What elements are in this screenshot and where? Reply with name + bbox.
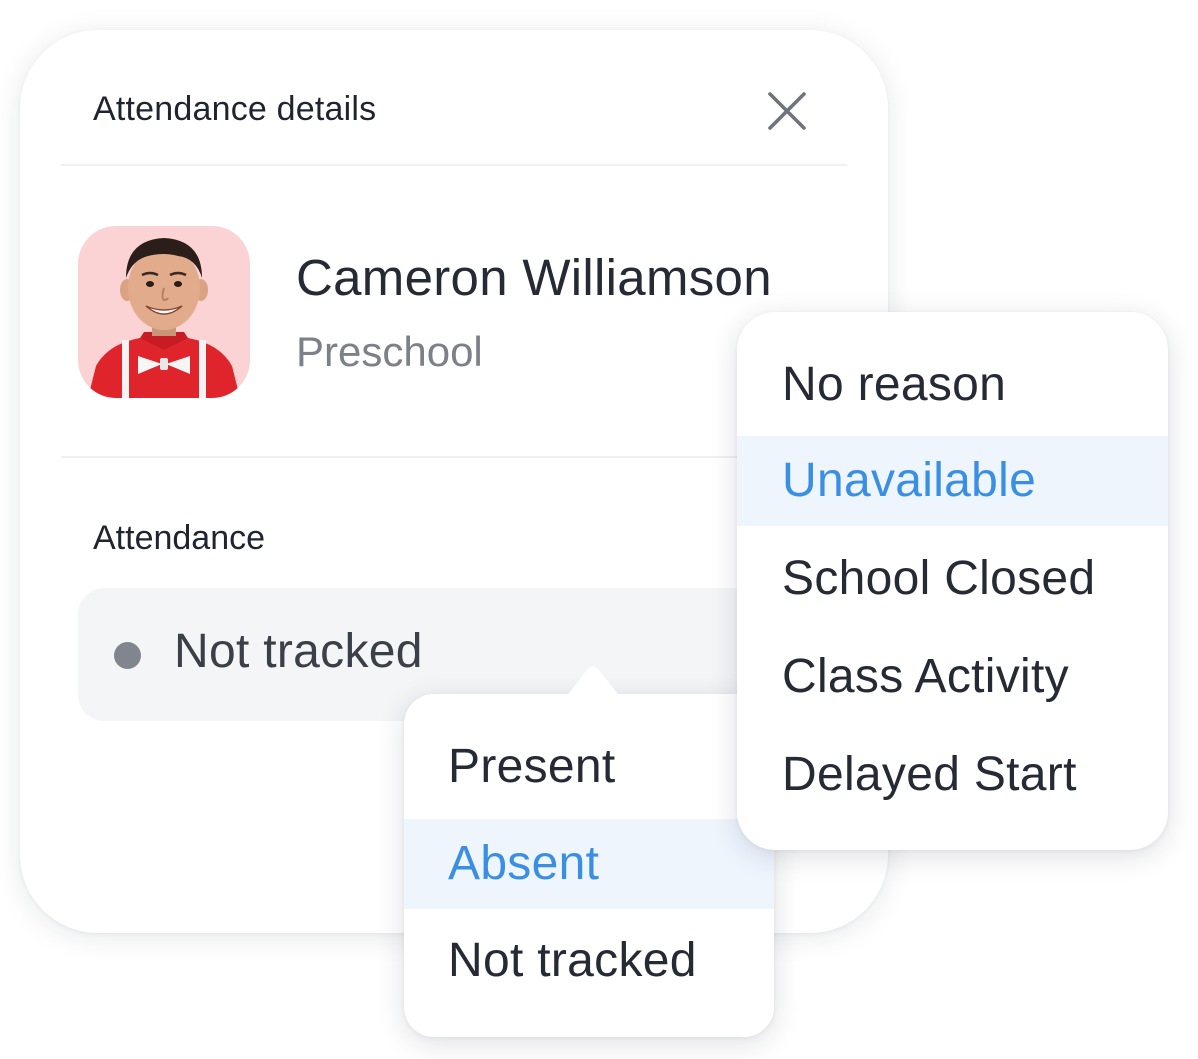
student-class: Preschool bbox=[296, 328, 483, 375]
attendance-value: Not tracked bbox=[174, 625, 423, 678]
absence-reason-menu: No reason Unavailable School Closed Clas… bbox=[737, 312, 1168, 850]
close-button[interactable] bbox=[762, 86, 812, 136]
header-divider bbox=[61, 164, 847, 166]
menu-item-no-reason[interactable]: No reason bbox=[737, 340, 1168, 430]
close-icon bbox=[768, 92, 806, 130]
panel-title: Attendance details bbox=[93, 90, 377, 128]
attendance-label: Attendance bbox=[93, 519, 266, 557]
avatar bbox=[78, 226, 250, 398]
menu-item-present[interactable]: Present bbox=[404, 722, 774, 812]
menu-item-not-tracked[interactable]: Not tracked bbox=[404, 916, 774, 1006]
menu-item-school-closed[interactable]: School Closed bbox=[737, 534, 1168, 624]
menu-item-absent[interactable]: Absent bbox=[404, 819, 774, 909]
menu-item-class-activity[interactable]: Class Activity bbox=[737, 632, 1168, 722]
student-photo bbox=[88, 238, 240, 398]
popover-arrow bbox=[565, 666, 621, 698]
profile-divider bbox=[61, 456, 847, 458]
status-dot bbox=[114, 642, 141, 669]
menu-item-delayed-start[interactable]: Delayed Start bbox=[737, 730, 1168, 820]
stage: Attendance details Cameron Williamson Pr… bbox=[0, 0, 1198, 1059]
attendance-status-menu: Present Absent Not tracked bbox=[404, 666, 774, 1037]
menu-item-unavailable[interactable]: Unavailable bbox=[737, 436, 1168, 526]
student-name: Cameron Williamson bbox=[296, 249, 772, 306]
